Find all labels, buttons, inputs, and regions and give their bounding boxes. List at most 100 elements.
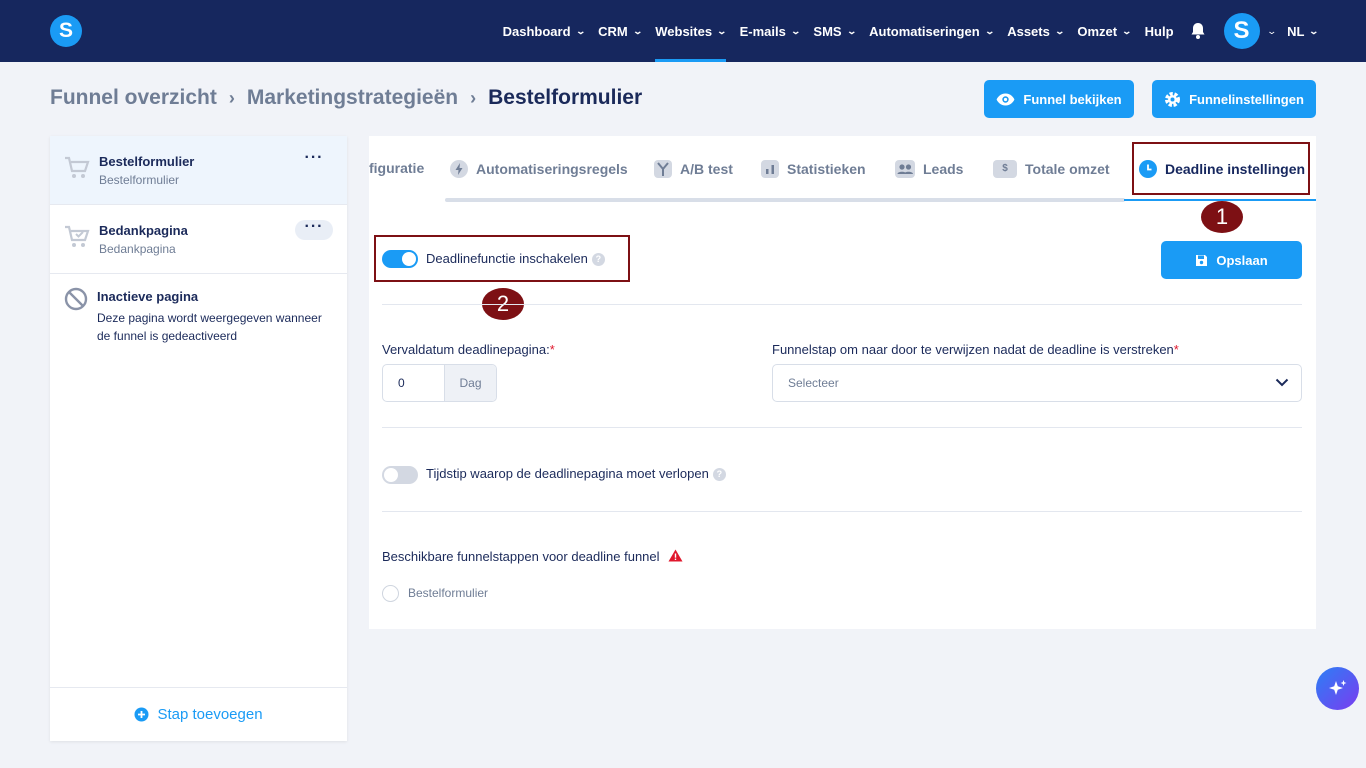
expiry-time-label: Tijdstip waarop de deadlinepagina moet v… bbox=[426, 466, 726, 482]
chevron-down-icon: ⌄ bbox=[984, 25, 995, 36]
redirect-step-select[interactable]: Selecteer bbox=[772, 364, 1302, 402]
tab-label: Totale omzet bbox=[1025, 161, 1110, 177]
add-step-button[interactable]: Stap toevoegen bbox=[50, 687, 347, 741]
app-logo[interactable]: S bbox=[50, 15, 82, 47]
plus-circle-icon bbox=[134, 707, 149, 722]
chevron-down-icon: ⌄ bbox=[1308, 25, 1320, 36]
chevron-down-icon[interactable]: ⌄ bbox=[1266, 26, 1277, 37]
deadline-step-radio[interactable] bbox=[382, 585, 399, 602]
tabs-scrollbar[interactable] bbox=[369, 198, 1316, 202]
ai-assistant-button[interactable] bbox=[1316, 667, 1359, 710]
tab-statistieken[interactable]: Statistieken bbox=[761, 160, 866, 178]
deadline-step-option-label: Bestelformulier bbox=[408, 586, 489, 600]
tab-label: Leads bbox=[923, 161, 964, 177]
chevron-right-icon: › bbox=[470, 87, 477, 108]
expiry-unit-label: Dag bbox=[444, 365, 496, 401]
inactive-page-step[interactable]: Inactieve pagina Deze pagina wordt weerg… bbox=[50, 274, 347, 364]
floppy-disk-icon bbox=[1196, 254, 1208, 266]
eye-icon bbox=[996, 93, 1015, 105]
tab-ab-test[interactable]: A/B test bbox=[654, 160, 733, 178]
cart-icon bbox=[65, 156, 90, 178]
dollar-icon: $ bbox=[993, 160, 1017, 178]
step-more-options-button[interactable]: ··· bbox=[295, 150, 333, 171]
button-label: Opslaan bbox=[1216, 252, 1268, 268]
nav-item-crm[interactable]: CRM ⌄ bbox=[598, 0, 643, 62]
tab-totale-omzet[interactable]: $ Totale omzet bbox=[993, 160, 1110, 178]
nav-item-websites[interactable]: Websites ⌄ bbox=[655, 0, 727, 62]
ban-icon bbox=[64, 287, 88, 311]
nav-item-omzet[interactable]: Omzet ⌄ bbox=[1077, 0, 1133, 62]
add-step-label: Stap toevoegen bbox=[157, 706, 263, 723]
toggle-label-text: Tijdstip waarop de deadlinepagina moet v… bbox=[426, 466, 709, 481]
nav-item-emails[interactable]: E-mails ⌄ bbox=[740, 0, 801, 62]
inactive-page-description: Deze pagina wordt weergegeven wanneer de… bbox=[97, 311, 322, 343]
main-nav: Dashboard ⌄ CRM ⌄ Websites ⌄ E-mails ⌄ SMS ⌄ … bbox=[489, 0, 1320, 62]
nav-label: Automatiseringen bbox=[869, 23, 980, 39]
bell-icon[interactable] bbox=[1190, 22, 1206, 40]
chevron-down-icon: ⌄ bbox=[1121, 25, 1133, 36]
save-button[interactable]: Opslaan bbox=[1161, 241, 1302, 279]
nav-label: Assets bbox=[1007, 23, 1050, 39]
tab-label: A/B test bbox=[680, 161, 733, 177]
nav-item-assets[interactable]: Assets ⌄ bbox=[1007, 0, 1065, 62]
tabs-scroll-thumb[interactable] bbox=[445, 198, 1125, 202]
breadcrumb-funnel-overview[interactable]: Funnel overzicht bbox=[50, 86, 217, 110]
toggle-label-text: Deadlinefunctie inschakelen bbox=[426, 251, 588, 266]
nav-label: Hulp bbox=[1144, 23, 1174, 39]
step-title: Bestelformulier bbox=[99, 154, 195, 169]
view-funnel-button[interactable]: Funnel bekijken bbox=[984, 80, 1134, 118]
chevron-down-icon: ⌄ bbox=[1054, 25, 1065, 36]
deadline-enable-label: Deadlinefunctie inschakelen? bbox=[426, 251, 605, 267]
bolt-icon bbox=[450, 160, 468, 178]
tab-leads[interactable]: Leads bbox=[895, 160, 963, 178]
required-marker: * bbox=[549, 342, 555, 357]
funnel-step-bestelformulier[interactable]: Bestelformulier Bestelformulier ··· bbox=[50, 136, 347, 205]
cart-check-icon bbox=[65, 225, 90, 247]
nav-label: SMS bbox=[813, 23, 842, 39]
chevron-down-icon: ⌄ bbox=[575, 25, 586, 36]
tab-label: Automatiseringsregels bbox=[476, 161, 628, 177]
tab-configuratie[interactable]: figuratie bbox=[369, 160, 424, 176]
divider bbox=[382, 427, 1302, 428]
chevron-down-icon: ⌄ bbox=[846, 25, 857, 36]
users-icon bbox=[895, 160, 915, 178]
user-avatar[interactable]: S bbox=[1223, 13, 1260, 49]
nav-item-automatiseringen[interactable]: Automatiseringen ⌄ bbox=[869, 0, 995, 62]
expiry-time-toggle[interactable] bbox=[382, 466, 418, 484]
top-navigation-bar: S Dashboard ⌄ CRM ⌄ Websites ⌄ E-mails ⌄ SMS… bbox=[0, 0, 1366, 62]
breadcrumb-funnel[interactable]: Marketingstrategieën bbox=[247, 86, 458, 110]
chevron-down-icon: ⌄ bbox=[632, 25, 643, 36]
divider bbox=[382, 511, 1302, 512]
help-icon[interactable]: ? bbox=[712, 468, 726, 482]
funnel-steps-sidebar: Bestelformulier Bestelformulier ··· Beda… bbox=[50, 136, 347, 741]
toggle-knob bbox=[384, 468, 398, 482]
deadline-enable-toggle[interactable] bbox=[382, 250, 418, 268]
button-label: Funnel bekijken bbox=[1023, 91, 1122, 107]
nav-item-dashboard[interactable]: Dashboard ⌄ bbox=[503, 0, 586, 62]
annotation-box-1 bbox=[1132, 142, 1310, 195]
nav-item-hulp[interactable]: Hulp bbox=[1145, 0, 1174, 62]
step-subtitle: Bestelformulier bbox=[99, 173, 180, 187]
help-icon[interactable]: ? bbox=[591, 253, 605, 267]
nav-label: Websites bbox=[655, 23, 713, 39]
tab-label: figuratie bbox=[369, 160, 425, 176]
chevron-down-icon: ⌄ bbox=[790, 25, 801, 36]
language-selector[interactable]: NL ⌄ bbox=[1287, 0, 1320, 62]
available-steps-label-text: Beschikbare funnelstappen voor deadline … bbox=[382, 549, 660, 564]
gear-icon bbox=[1165, 91, 1181, 107]
tab-automatiseringsregels[interactable]: Automatiseringsregels bbox=[450, 160, 628, 178]
language-label: NL bbox=[1287, 23, 1305, 39]
expiry-label: Vervaldatum deadlinepagina:* bbox=[382, 342, 555, 357]
step-more-options-button[interactable]: ··· bbox=[295, 219, 333, 240]
divider bbox=[382, 304, 1302, 305]
breadcrumb: Funnel overzicht › Marketingstrategieën … bbox=[50, 86, 642, 110]
expiry-days-value[interactable]: 0 bbox=[383, 365, 444, 401]
funnel-settings-button[interactable]: Funnelinstellingen bbox=[1152, 80, 1316, 118]
chevron-down-icon bbox=[1275, 378, 1289, 387]
nav-item-sms[interactable]: SMS ⌄ bbox=[813, 0, 857, 62]
nav-label: CRM bbox=[598, 23, 628, 39]
available-steps-label: Beschikbare funnelstappen voor deadline … bbox=[382, 549, 683, 564]
expiry-days-input[interactable]: 0 Dag bbox=[382, 364, 497, 402]
required-marker: * bbox=[1173, 342, 1179, 357]
funnel-step-bedankpagina[interactable]: Bedankpagina Bedankpagina ··· bbox=[50, 205, 347, 274]
